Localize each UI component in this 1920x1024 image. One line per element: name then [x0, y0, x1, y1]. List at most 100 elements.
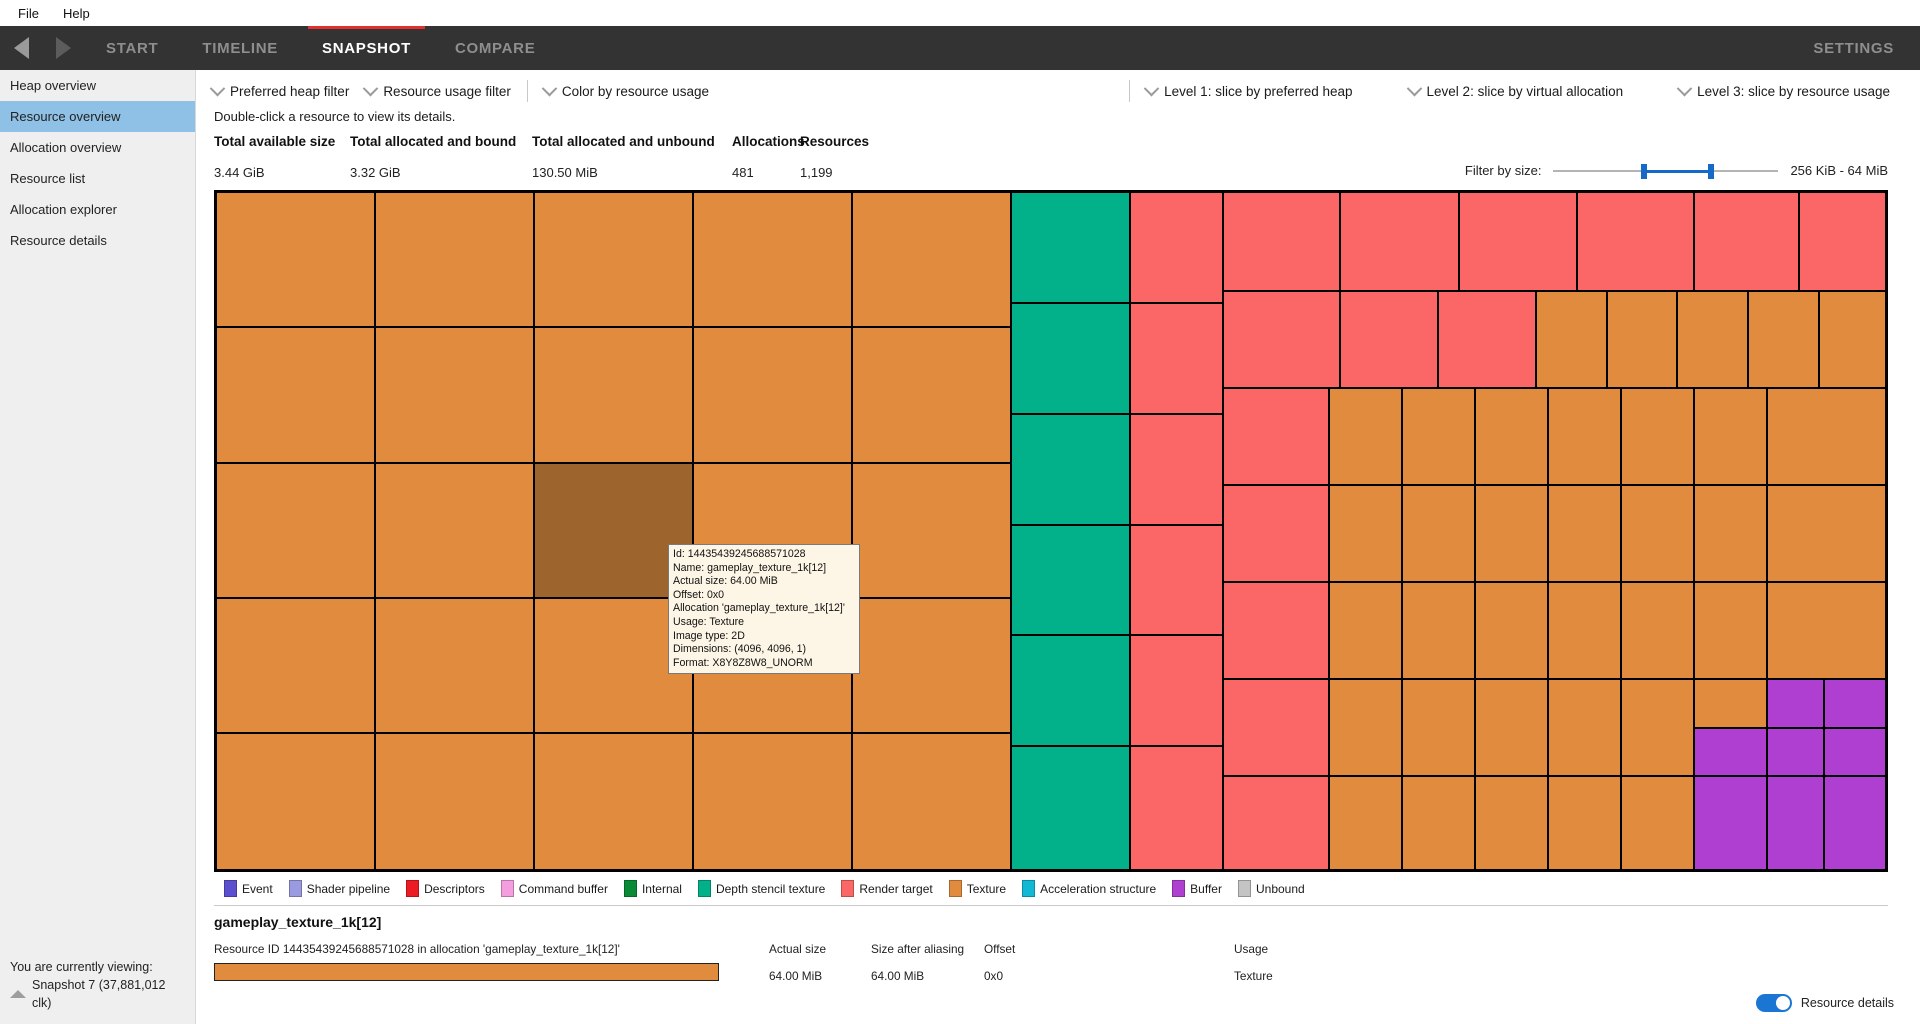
treemap-cell[interactable]	[1011, 635, 1130, 746]
treemap-cell[interactable]	[1819, 291, 1886, 388]
tab-timeline[interactable]: TIMELINE	[180, 26, 300, 70]
treemap-cell[interactable]	[1824, 776, 1886, 870]
sidebar-item-heap-overview[interactable]: Heap overview	[0, 70, 195, 101]
treemap-cell[interactable]	[1694, 582, 1767, 679]
treemap-cell[interactable]	[852, 598, 1011, 733]
treemap-cell[interactable]	[852, 463, 1011, 598]
legend-item[interactable]: Texture	[949, 880, 1006, 897]
resource-details-toggle[interactable]: Resource details	[1756, 994, 1894, 1012]
treemap-cell[interactable]	[1767, 485, 1886, 582]
treemap-cell[interactable]	[1130, 746, 1223, 870]
sidebar-item-resource-list[interactable]: Resource list	[0, 163, 195, 194]
treemap-cell[interactable]	[1223, 388, 1329, 485]
slider-knob-min[interactable]	[1641, 164, 1647, 179]
treemap-cell[interactable]	[1340, 192, 1459, 291]
treemap-cell[interactable]	[1011, 746, 1130, 870]
treemap-cell[interactable]	[1548, 388, 1621, 485]
treemap-cell[interactable]	[1223, 776, 1329, 870]
treemap-cell[interactable]	[1011, 525, 1130, 636]
treemap-cell[interactable]	[375, 463, 534, 598]
treemap-cell[interactable]	[1767, 728, 1824, 776]
treemap-cell[interactable]	[1130, 192, 1223, 303]
legend-item[interactable]: Unbound	[1238, 880, 1305, 897]
treemap-cell[interactable]	[1130, 525, 1223, 636]
treemap-cell[interactable]	[1475, 485, 1548, 582]
level-1-dropdown[interactable]: Level 1: slice by preferred heap	[1138, 82, 1360, 101]
toggle-switch[interactable]	[1756, 994, 1792, 1012]
treemap-cell[interactable]	[375, 598, 534, 733]
treemap-cell[interactable]	[375, 733, 534, 870]
treemap-cell[interactable]	[1402, 388, 1475, 485]
legend-item[interactable]: Event	[224, 880, 273, 897]
preferred-heap-filter-dropdown[interactable]: Preferred heap filter	[204, 82, 357, 101]
treemap-cell[interactable]	[1677, 291, 1748, 388]
treemap-cell[interactable]	[1694, 388, 1767, 485]
treemap-cell[interactable]	[1767, 776, 1824, 870]
treemap-cell[interactable]	[1621, 776, 1694, 870]
treemap-cell[interactable]	[1548, 582, 1621, 679]
treemap-cell[interactable]	[1011, 192, 1130, 303]
legend-item[interactable]: Shader pipeline	[289, 880, 390, 897]
resource-treemap[interactable]: Id: 14435439245688571028 Name: gameplay_…	[214, 190, 1888, 872]
sidebar-item-resource-overview[interactable]: Resource overview	[0, 101, 195, 132]
caret-up-icon[interactable]	[10, 990, 26, 998]
legend-item[interactable]: Depth stencil texture	[698, 880, 825, 897]
forward-button[interactable]	[42, 26, 84, 70]
treemap-cell[interactable]	[216, 192, 375, 327]
treemap-cell[interactable]	[1694, 679, 1767, 727]
legend-item[interactable]: Buffer	[1172, 880, 1222, 897]
treemap-cell[interactable]	[693, 327, 852, 462]
treemap-cell[interactable]	[375, 327, 534, 462]
color-by-resource-usage-dropdown[interactable]: Color by resource usage	[536, 82, 717, 101]
treemap-cell[interactable]	[1130, 635, 1223, 746]
slider-knob-max[interactable]	[1708, 164, 1714, 179]
treemap-cell[interactable]	[1130, 414, 1223, 525]
treemap-cell[interactable]	[1223, 192, 1341, 291]
treemap-cell[interactable]	[1223, 582, 1329, 679]
treemap-cell[interactable]	[1223, 679, 1329, 776]
treemap-cell[interactable]	[1438, 291, 1536, 388]
treemap-cell[interactable]	[1621, 485, 1694, 582]
resource-usage-filter-dropdown[interactable]: Resource usage filter	[357, 82, 519, 101]
treemap-cell[interactable]	[1767, 388, 1886, 485]
treemap-cell[interactable]	[1402, 679, 1475, 776]
menu-item-help[interactable]: Help	[51, 3, 102, 24]
treemap-cell[interactable]	[1329, 485, 1402, 582]
legend-item[interactable]: Internal	[624, 880, 682, 897]
treemap-cell[interactable]	[1694, 485, 1767, 582]
legend-item[interactable]: Descriptors	[406, 880, 485, 897]
treemap-cell[interactable]	[1475, 679, 1548, 776]
treemap-cell[interactable]	[1548, 485, 1621, 582]
tab-settings[interactable]: SETTINGS	[1791, 26, 1920, 70]
treemap-cell[interactable]	[1402, 776, 1475, 870]
treemap-cell[interactable]	[216, 598, 375, 733]
tab-start[interactable]: START	[84, 26, 180, 70]
treemap-cell[interactable]	[1329, 679, 1402, 776]
treemap-cell[interactable]	[1799, 192, 1886, 291]
treemap-cell[interactable]	[1607, 291, 1678, 388]
treemap-cell[interactable]	[1824, 679, 1886, 727]
treemap-cell[interactable]	[852, 327, 1011, 462]
legend-item[interactable]: Acceleration structure	[1022, 880, 1156, 897]
treemap-cell[interactable]	[1223, 291, 1341, 388]
treemap-cell[interactable]	[1748, 291, 1819, 388]
treemap-cell[interactable]	[1694, 776, 1767, 870]
treemap-cell[interactable]	[534, 327, 693, 462]
treemap-cell[interactable]	[1536, 291, 1607, 388]
sidebar-item-resource-details[interactable]: Resource details	[0, 225, 195, 256]
level-2-dropdown[interactable]: Level 2: slice by virtual allocation	[1401, 82, 1632, 101]
legend-item[interactable]: Render target	[841, 880, 932, 897]
treemap-cell[interactable]	[1329, 776, 1402, 870]
treemap-cell[interactable]	[1329, 388, 1402, 485]
treemap-cell[interactable]	[1767, 582, 1886, 679]
treemap-cell[interactable]	[1475, 582, 1548, 679]
sidebar-item-allocation-overview[interactable]: Allocation overview	[0, 132, 195, 163]
treemap-cell[interactable]	[1329, 582, 1402, 679]
treemap-cell[interactable]	[1548, 776, 1621, 870]
treemap-cell[interactable]	[1548, 679, 1621, 776]
treemap-cell[interactable]	[1475, 776, 1548, 870]
sidebar-item-allocation-explorer[interactable]: Allocation explorer	[0, 194, 195, 225]
treemap-cell[interactable]	[1130, 303, 1223, 414]
treemap-cell[interactable]	[1621, 679, 1694, 776]
treemap-cell[interactable]	[1223, 485, 1329, 582]
